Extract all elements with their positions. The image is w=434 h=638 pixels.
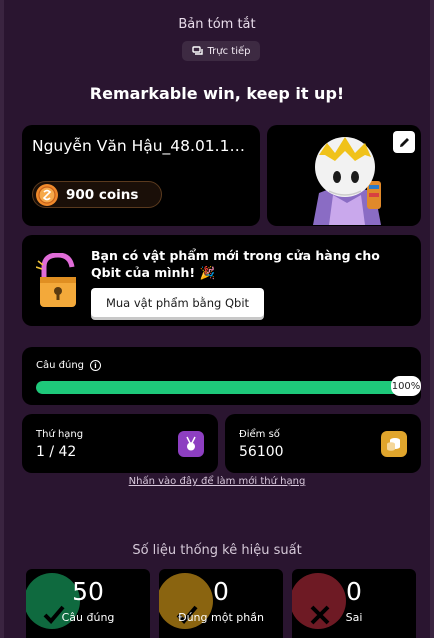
live-label: Trực tiếp [207, 45, 251, 57]
accuracy-card: Câu đúng i 100% [22, 347, 421, 405]
accuracy-progress-bar [36, 381, 416, 394]
accuracy-label: Câu đúng [36, 360, 84, 371]
live-badge[interactable]: Trực tiếp [182, 41, 260, 61]
stat-number: 0 [346, 577, 362, 606]
live-icon [191, 46, 203, 55]
refresh-rank-link[interactable]: Nhấn vào đây để làm mới thứ hạng [0, 476, 434, 487]
coins-amount: 900 coins [66, 187, 139, 203]
stat-label: Sai [345, 611, 363, 624]
accuracy-percent: 100% [391, 376, 421, 396]
coins-stack-icon [387, 438, 400, 451]
player-card: Nguyễn Văn Hậu_48.01.10... 900 coins [22, 125, 260, 226]
unlocked-lock-icon [36, 253, 76, 307]
stat-card-wrong: 0 Sai [292, 569, 416, 638]
performance-title: Số liệu thống kê hiệu suất [132, 543, 302, 558]
medal-icon [186, 436, 196, 451]
stat-card-partial: 0 Đúng một phần [159, 569, 283, 638]
stat-number: 50 [72, 577, 104, 606]
score-card: Điểm số 56100 [225, 414, 421, 473]
shop-promo-text: Bạn có vật phẩm mới trong cửa hàng cho Q… [91, 248, 380, 280]
rank-label: Thứ hạng [36, 429, 84, 440]
score-label: Điểm số [239, 429, 280, 440]
coin-icon [36, 184, 58, 206]
coins-stack-badge [381, 431, 407, 457]
avatar-icon [313, 137, 381, 225]
player-name: Nguyễn Văn Hậu_48.01.10... [32, 137, 252, 155]
info-icon[interactable]: i [90, 360, 101, 371]
result-headline: Remarkable win, keep it up! [89, 84, 345, 103]
medal-badge [178, 431, 204, 457]
accuracy-label-row: Câu đúng i [36, 360, 101, 371]
edit-avatar-button[interactable] [393, 131, 415, 153]
shop-promo-card: Bạn có vật phẩm mới trong cửa hàng cho Q… [22, 235, 421, 326]
accuracy-progress-fill [36, 381, 416, 394]
rank-card: Thứ hạng 1 / 42 [22, 414, 218, 473]
stat-card-correct: 50 Câu đúng [26, 569, 150, 638]
pencil-icon [399, 137, 409, 147]
stat-label: Câu đúng [61, 611, 115, 624]
buy-items-button[interactable]: Mua vật phẩm bằng Qbit [91, 288, 264, 317]
stat-number: 0 [213, 577, 229, 606]
coins-badge: 900 coins [32, 181, 162, 208]
stat-label: Đúng một phần [178, 611, 264, 624]
score-value: 56100 [239, 444, 284, 460]
summary-title: Bản tóm tắt [178, 17, 256, 32]
rank-value: 1 / 42 [36, 444, 77, 460]
avatar-card [267, 125, 421, 226]
